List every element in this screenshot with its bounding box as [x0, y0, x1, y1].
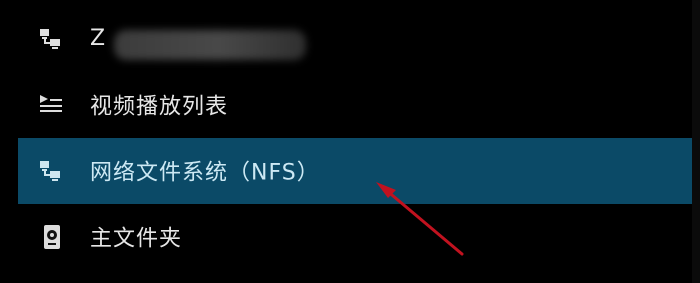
- menu-item-label: 视频播放列表: [90, 94, 229, 120]
- menu-item-home-folder[interactable]: 主文件夹: [18, 204, 692, 270]
- playlist-icon: [40, 95, 62, 112]
- menu-item-video-playlist[interactable]: 视频播放列表: [18, 72, 692, 138]
- network-computer-icon: [40, 29, 60, 49]
- menu-item-nfs-selected[interactable]: 网络文件系统（NFS）: [18, 138, 692, 204]
- source-menu-screen: Z 视频播放列表 网络文件系统（NFS） 主文件夹: [0, 0, 700, 283]
- menu-item-label: 网络文件系统（NFS）: [90, 160, 320, 186]
- network-computer-icon: [40, 161, 60, 181]
- right-edge-strip: [692, 0, 700, 283]
- blurred-label-redaction: [114, 30, 306, 60]
- hard-drive-icon: [44, 225, 60, 249]
- menu-item-label: 主文件夹: [90, 226, 183, 252]
- menu-item-label: Z: [90, 26, 107, 51]
- menu-item-network-z[interactable]: Z: [18, 6, 692, 72]
